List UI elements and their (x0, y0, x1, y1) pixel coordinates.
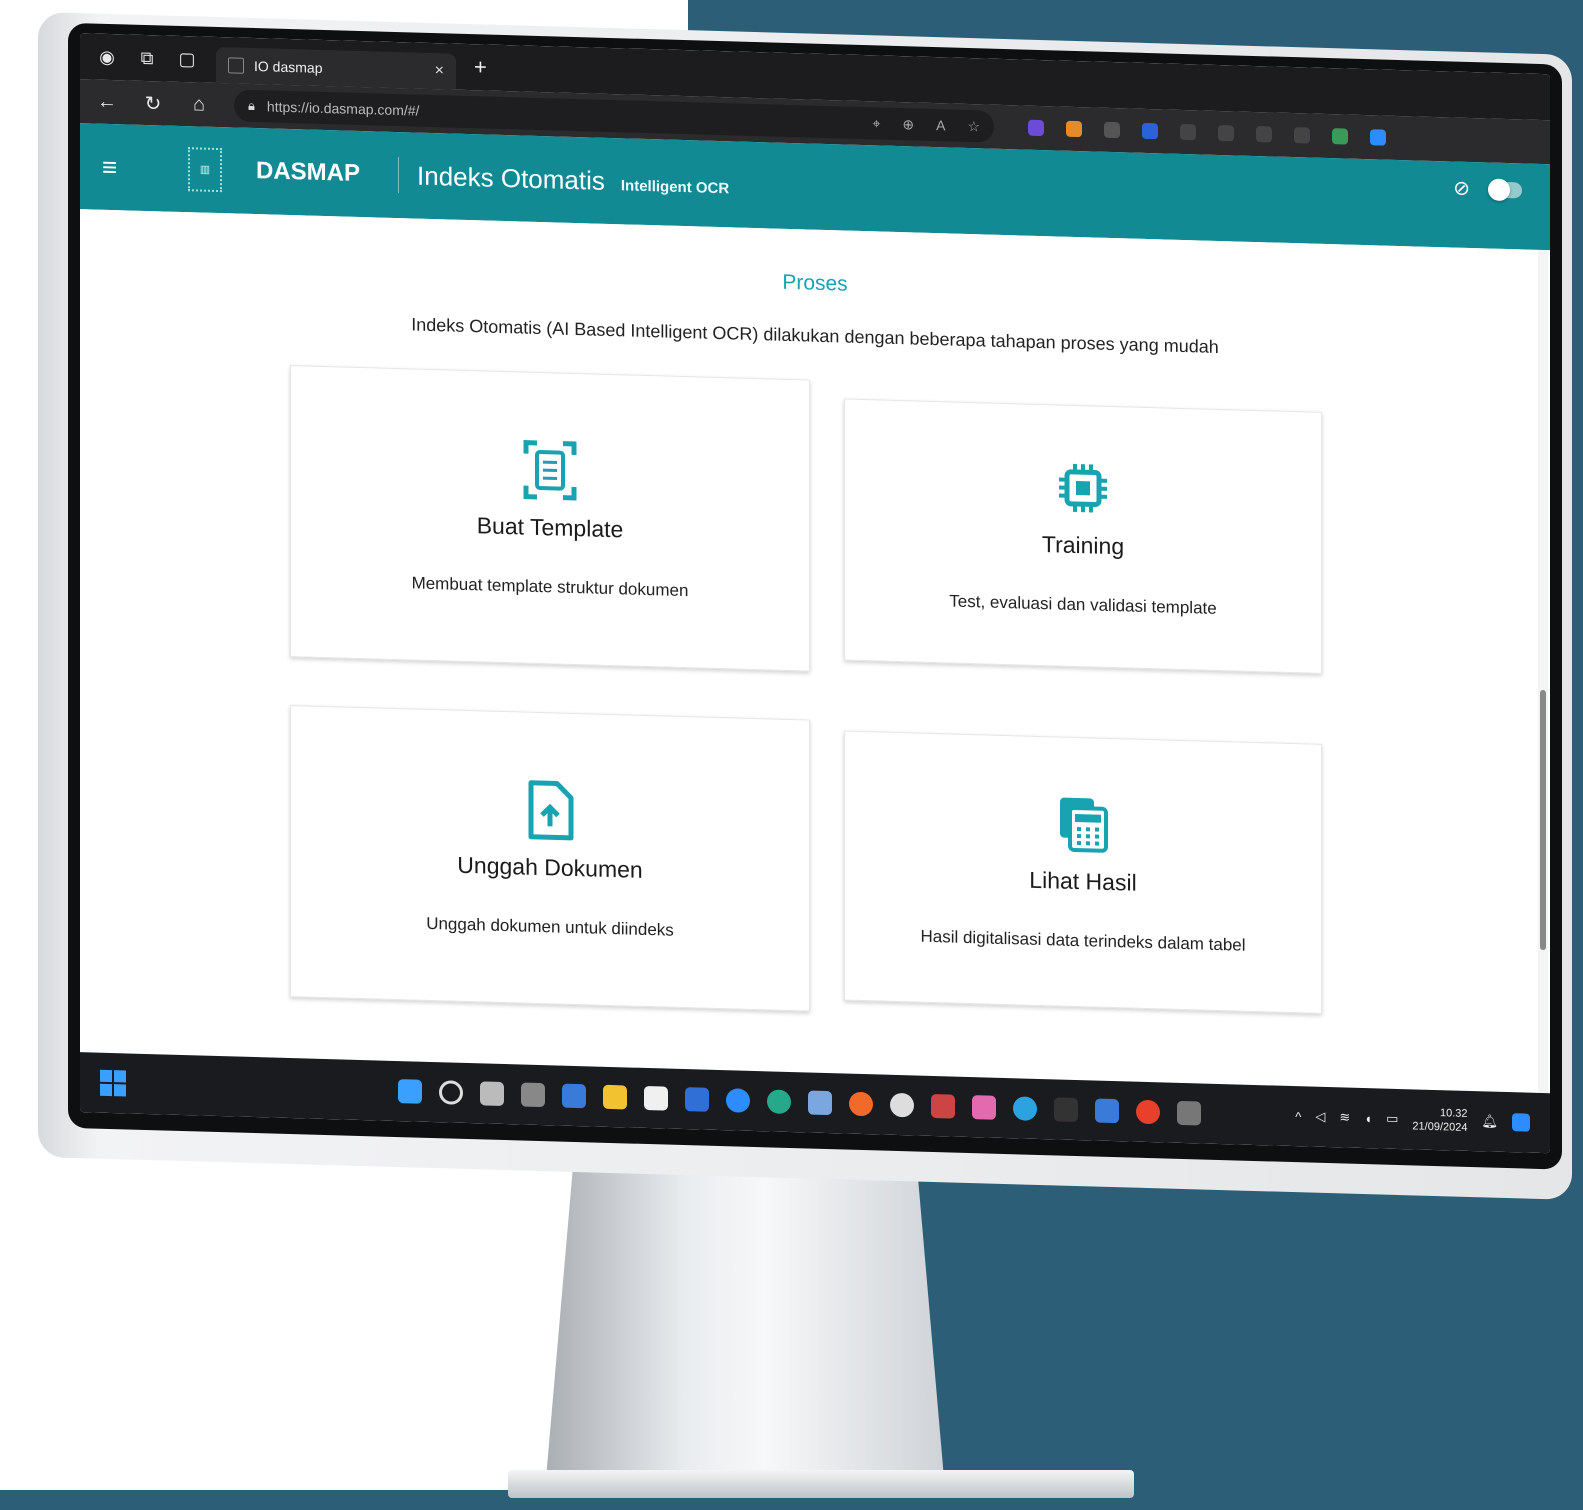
card-title: Unggah Dokumen (457, 851, 643, 883)
telegram-icon[interactable] (1013, 1096, 1037, 1121)
header-divider (398, 157, 400, 194)
address-tools: ⌖ ⊕ A ☆ (872, 115, 980, 135)
read-aloud-icon[interactable]: A (936, 117, 945, 134)
app-icon[interactable] (808, 1090, 832, 1116)
card-training[interactable]: Training Test, evaluasi dan validasi tem… (844, 398, 1322, 674)
taskbar-apps (398, 1079, 1201, 1126)
new-tab-button[interactable]: + (474, 54, 487, 80)
wifi-icon[interactable]: ≋ (1339, 1109, 1350, 1125)
location-tray-icon[interactable]: ◁ (1315, 1109, 1325, 1125)
brand-name: DASMAP (256, 157, 361, 187)
screen: ◉ ⧉ ▢ IO dasmap × + – ▢ ✕ ← ↻ ⌂ (80, 33, 1550, 1154)
zoom-app-icon[interactable] (726, 1088, 750, 1113)
chevron-up-icon[interactable]: ^ (1295, 1109, 1301, 1124)
location-icon[interactable]: ⌖ (872, 115, 880, 132)
language-icon[interactable]: ⊘ (1453, 176, 1470, 201)
extension-icon[interactable] (1066, 120, 1082, 138)
widgets-icon[interactable] (100, 1069, 126, 1097)
chip-icon (1059, 463, 1107, 512)
app-icon[interactable] (521, 1082, 545, 1108)
monitor-base (508, 1470, 1134, 1498)
copilot-icon[interactable] (1370, 129, 1386, 146)
firefox-icon[interactable] (849, 1091, 873, 1117)
url-text: https://io.dasmap.com/#/ (266, 98, 420, 119)
zoom-icon[interactable]: ⊕ (902, 116, 914, 133)
close-tab-icon[interactable]: × (435, 62, 444, 80)
battery-icon[interactable]: ▭ (1386, 1111, 1398, 1127)
clock-date: 21/09/2024 (1412, 1120, 1468, 1134)
store-icon[interactable] (644, 1085, 668, 1111)
extension-icon[interactable] (1180, 123, 1196, 141)
card-description: Unggah dokumen untuk diindeks (426, 913, 674, 940)
start-icon[interactable] (398, 1079, 422, 1104)
intro-text: Indeks Otomatis (AI Based Intelligent OC… (411, 314, 1219, 357)
main-content: Proses Indeks Otomatis (AI Based Intelli… (80, 209, 1550, 1094)
app-title: Indeks Otomatis (417, 160, 605, 196)
collections-icon[interactable]: ⧉ (136, 47, 158, 69)
app-subtitle: Intelligent OCR (620, 176, 730, 197)
calculator-icon[interactable] (1177, 1100, 1201, 1126)
favorite-star-icon[interactable]: ☆ (967, 117, 980, 134)
monitor-bezel: ◉ ⧉ ▢ IO dasmap × + – ▢ ✕ ← ↻ ⌂ (68, 22, 1562, 1170)
favicon-icon (228, 57, 244, 74)
page-scrollbar[interactable] (1538, 249, 1548, 1094)
card-description: Membuat template struktur dokumen (411, 572, 689, 600)
card-description: Hasil digitalisasi data terindeks dalam … (920, 926, 1246, 955)
wps-icon[interactable] (1136, 1099, 1160, 1125)
back-icon[interactable]: ← (96, 90, 118, 114)
app-icon[interactable] (931, 1093, 955, 1119)
card-title: Buat Template (476, 511, 624, 542)
edge-icon[interactable] (767, 1089, 791, 1115)
extension-icon[interactable] (1028, 119, 1044, 137)
dasmap-logo: ▥ (188, 147, 222, 193)
profile-icon[interactable]: ◉ (96, 46, 118, 68)
card-buat-template[interactable]: Buat Template Membuat template struktur … (290, 365, 810, 672)
extension-icon[interactable] (1104, 121, 1120, 139)
network-app-icon[interactable] (1095, 1098, 1119, 1124)
extension-icon[interactable] (1142, 122, 1158, 140)
terminal-icon[interactable] (1054, 1097, 1078, 1123)
copilot-tray-icon[interactable] (1512, 1113, 1530, 1132)
extension-icon[interactable] (1218, 124, 1234, 142)
clock[interactable]: 10.32 21/09/2024 (1412, 1105, 1467, 1135)
tab-actions-icon[interactable]: ▢ (176, 48, 198, 70)
home-icon[interactable]: ⌂ (188, 93, 210, 117)
search-icon[interactable] (439, 1080, 463, 1105)
volume-icon[interactable]: ◖ (1364, 1111, 1372, 1126)
lock-icon: 🔒︎ (248, 97, 255, 114)
task-view-icon[interactable] (480, 1081, 504, 1107)
extension-icon[interactable] (1294, 127, 1310, 144)
app-icon[interactable] (890, 1092, 914, 1118)
notification-bell-icon[interactable]: 🔔︎ (1481, 1113, 1498, 1129)
clock-time: 10.32 (1439, 1107, 1468, 1120)
card-title: Training (1041, 530, 1125, 559)
theme-toggle[interactable] (1490, 181, 1522, 198)
hamburger-menu-icon[interactable]: ≡ (102, 151, 132, 183)
extension-icon[interactable] (1332, 128, 1348, 145)
card-description: Test, evaluasi dan validasi template (949, 590, 1217, 618)
system-tray: ^ ◁ ≋ ◖ ▭ 10.32 21/09/2024 🔔︎ (1295, 1102, 1530, 1137)
extensions (1028, 119, 1386, 146)
file-explorer-icon[interactable] (603, 1084, 627, 1110)
header-actions: ⊘ (1453, 176, 1522, 203)
card-unggah-dokumen[interactable]: Unggah Dokumen Unggah dokumen untuk diin… (290, 705, 810, 1012)
app-icon[interactable] (972, 1095, 996, 1120)
file-upload-icon (528, 779, 574, 840)
scrollbar-thumb[interactable] (1540, 689, 1546, 951)
notepad-icon[interactable] (562, 1083, 586, 1109)
app-icon[interactable] (685, 1087, 709, 1112)
card-title: Lihat Hasil (1029, 866, 1137, 896)
card-lihat-hasil[interactable]: Lihat Hasil Hasil digitalisasi data teri… (844, 730, 1322, 1014)
tab-title: IO dasmap (254, 58, 323, 76)
section-title: Proses (782, 270, 848, 296)
calculator-table-icon (1060, 797, 1108, 853)
refresh-icon[interactable]: ↻ (142, 90, 164, 116)
extension-icon[interactable] (1256, 126, 1272, 143)
document-scan-icon (523, 439, 577, 501)
monitor: ◉ ⧉ ▢ IO dasmap × + – ▢ ✕ ← ↻ ⌂ (38, 12, 1572, 1200)
